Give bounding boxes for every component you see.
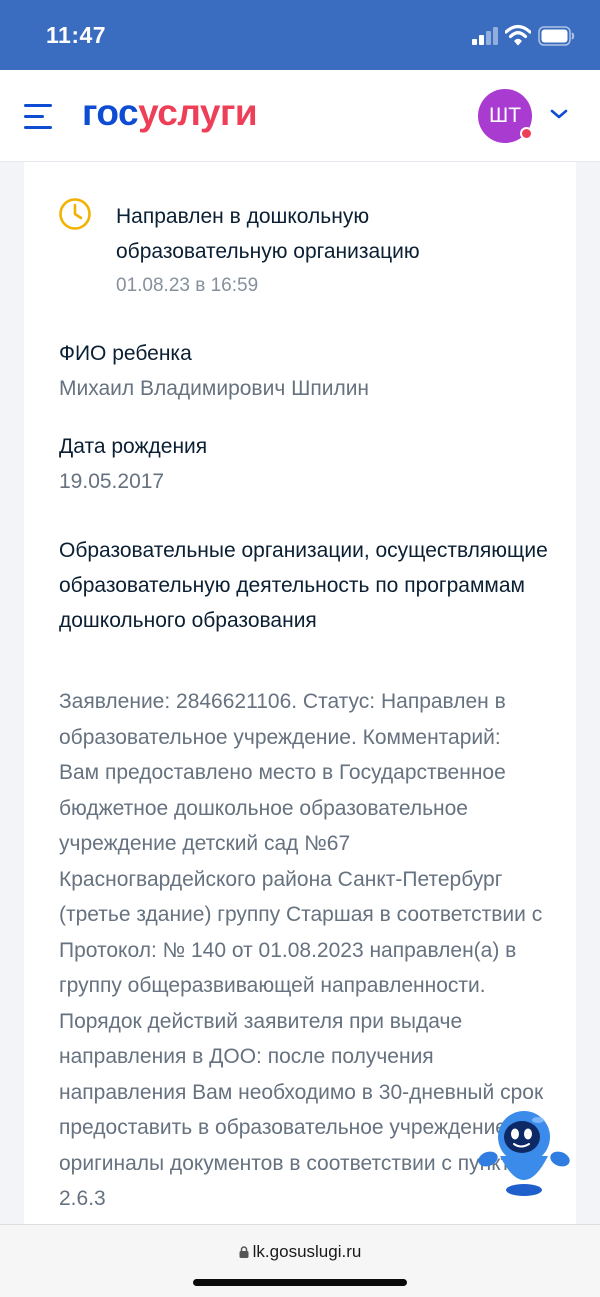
application-card: Направлен в дошкольную образовательную о…	[24, 162, 576, 1224]
child-name-label: ФИО ребенка	[59, 342, 192, 365]
logo-part-gos: гос	[82, 92, 139, 133]
logo-part-uslugi: услуги	[138, 92, 258, 133]
status-title: Направлен в дошкольную образовательную о…	[116, 205, 420, 263]
chevron-down-icon[interactable]	[550, 107, 568, 121]
url-text: lk.gosuslugi.ru	[252, 1242, 362, 1261]
robot-assistant-icon[interactable]	[476, 1104, 572, 1200]
url-bar[interactable]: lk.gosuslugi.ru	[0, 1242, 600, 1262]
section-title: Образовательные организации, осуществляю…	[59, 539, 548, 632]
lock-icon	[239, 1246, 249, 1258]
clock-icon	[59, 198, 91, 230]
cellular-signal-icon	[472, 27, 502, 45]
wifi-icon	[505, 24, 531, 46]
child-name-value: Михаил Владимирович Шпилин	[59, 377, 370, 400]
birth-date-label: Дата рождения	[59, 435, 208, 458]
notification-dot	[520, 127, 533, 140]
browser-bottom-bar: lk.gosuslugi.ru	[0, 1224, 600, 1297]
birth-date-value: 19.05.2017	[59, 470, 165, 493]
app-header: госуслуги ШТ	[0, 70, 600, 162]
battery-icon	[538, 26, 575, 46]
status-time: 11:47	[46, 22, 107, 48]
application-comment-text: Заявление: 2846621106. Статус: Направлен…	[59, 690, 544, 1210]
home-indicator[interactable]	[193, 1279, 407, 1286]
gosuslugi-logo[interactable]: госуслуги	[82, 92, 258, 134]
hamburger-menu-icon[interactable]	[24, 103, 56, 131]
status-date: 01.08.23 в 16:59	[116, 275, 259, 296]
status-bar: 11:47	[0, 0, 600, 70]
